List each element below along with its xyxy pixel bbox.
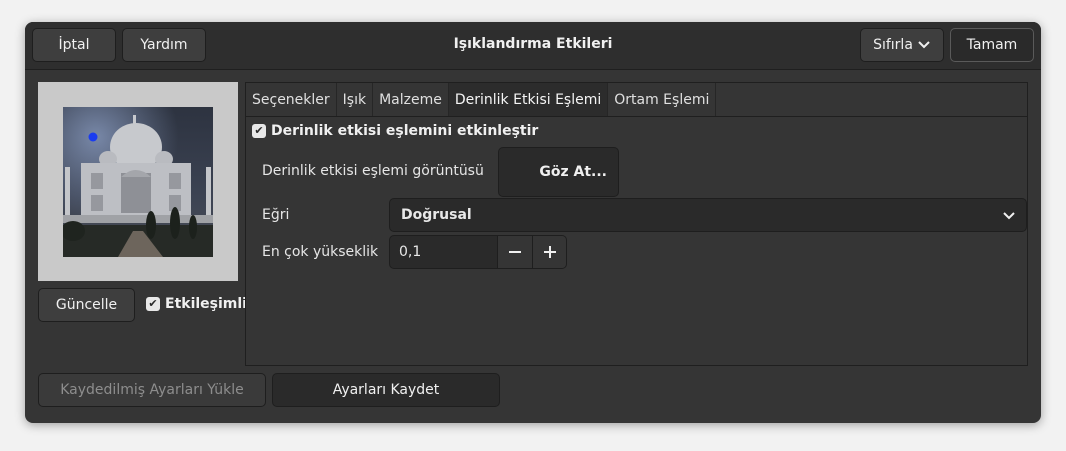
- chevron-down-icon: [1003, 212, 1015, 220]
- header-bar: İptal Yardım Işıklandırma Etkileri Sıfır…: [25, 22, 1041, 70]
- minus-icon: [509, 251, 521, 253]
- taj-mahal-image: [63, 107, 213, 257]
- tab-material[interactable]: Malzeme: [373, 83, 449, 116]
- tab-environment-map[interactable]: Ortam Eşlemi: [608, 83, 717, 116]
- curve-dropdown[interactable]: Doğrusal: [389, 198, 1027, 232]
- checkmark-icon[interactable]: ✔: [146, 297, 160, 311]
- curve-label: Eğri: [262, 207, 290, 223]
- tab-bar: Seçenekler Işık Malzeme Derinlik Etkisi …: [246, 83, 1027, 117]
- checkmark-icon[interactable]: ✔: [252, 124, 266, 138]
- ok-button[interactable]: Tamam: [950, 28, 1034, 62]
- lighting-effects-dialog: İptal Yardım Işıklandırma Etkileri Sıfır…: [25, 22, 1041, 423]
- tab-light[interactable]: Işık: [337, 83, 374, 116]
- tab-bump-map[interactable]: Derinlik Etkisi Eşlemi: [448, 83, 609, 116]
- chevron-down-icon: [918, 41, 930, 49]
- curve-value: Doğrusal: [401, 207, 472, 223]
- bump-map-image-label: Derinlik etkisi eşlemi görüntüsü: [262, 163, 484, 179]
- browse-button[interactable]: Göz At...: [498, 147, 619, 197]
- increment-button[interactable]: [532, 236, 566, 268]
- max-height-spinbutton[interactable]: 0,1: [389, 235, 567, 269]
- tab-notebook: Seçenekler Işık Malzeme Derinlik Etkisi …: [245, 82, 1028, 366]
- plus-icon: [544, 246, 556, 258]
- interactive-label: Etkileşimli: [165, 296, 247, 312]
- reset-label: Sıfırla: [873, 37, 913, 53]
- reset-dropdown-button[interactable]: Sıfırla: [860, 28, 944, 62]
- enable-bump-map-checkbox[interactable]: ✔ Derinlik etkisi eşlemini etkinleştir: [252, 123, 538, 139]
- tab-options[interactable]: Seçenekler: [246, 83, 337, 116]
- preview-image[interactable]: [63, 107, 213, 257]
- decrement-button[interactable]: [497, 236, 532, 268]
- save-settings-button[interactable]: Ayarları Kaydet: [272, 373, 500, 407]
- update-button[interactable]: Güncelle: [38, 288, 135, 322]
- interactive-checkbox[interactable]: ✔ Etkileşimli: [146, 296, 247, 312]
- max-height-input[interactable]: 0,1: [390, 236, 497, 268]
- load-saved-settings-button[interactable]: Kaydedilmiş Ayarları Yükle: [38, 373, 266, 407]
- enable-bump-map-label: Derinlik etkisi eşlemini etkinleştir: [271, 123, 539, 139]
- max-height-label: En çok yükseklik: [262, 244, 379, 260]
- preview-area[interactable]: [38, 82, 238, 281]
